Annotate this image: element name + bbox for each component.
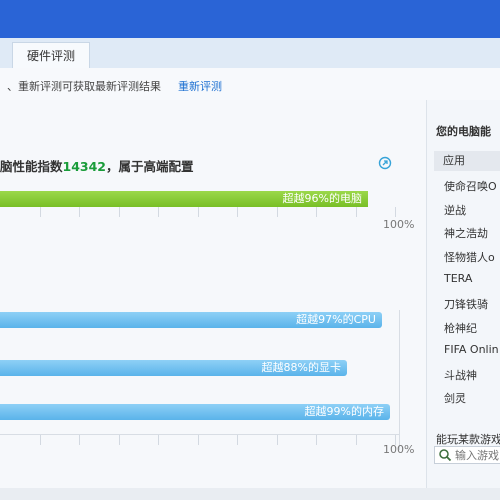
tick-mark <box>355 435 357 445</box>
score-title: 脑性能指数14342，属于高端配置 <box>0 156 194 175</box>
tick-mark <box>237 207 238 217</box>
overall-scale-max: 100% <box>383 218 415 231</box>
tick-mark <box>158 207 159 217</box>
overall-bar: 超越96%的电脑 <box>0 191 368 207</box>
tick-mark <box>395 207 396 217</box>
tick-mark <box>316 435 317 445</box>
game-search-input[interactable] <box>455 447 500 463</box>
title-bar <box>0 0 500 38</box>
sidebar-game-item[interactable]: 怪物猎人o <box>444 249 495 265</box>
refresh-icon[interactable] <box>378 156 392 170</box>
retest-link[interactable]: 重新评测 <box>178 78 222 94</box>
tick-mark <box>39 435 41 445</box>
tab-hardware-test[interactable]: 硬件评测 <box>12 42 90 68</box>
memory-bar: 超越99%的内存 <box>0 404 390 420</box>
tick-mark <box>39 207 41 217</box>
tick-mark <box>355 207 357 217</box>
notice-bar: 、重新评测可获取最新评测结果 重新评测 <box>0 68 500 101</box>
sidebar-header-apps[interactable]: 应用 <box>434 151 500 171</box>
tick-mark <box>158 435 159 445</box>
sidebar-game-item[interactable]: 斗战神 <box>444 367 477 383</box>
cpu-bar: 超越97%的CPU <box>0 312 382 328</box>
tick-mark <box>79 207 80 217</box>
sidebar-game-item[interactable]: FIFA Onlin <box>444 343 499 356</box>
tick-mark <box>118 207 120 217</box>
notice-text: 、重新评测可获取最新评测结果 <box>7 80 161 93</box>
main-panel: 脑性能指数14342，属于高端配置 超越96%的电脑 100% 超越97%的CP… <box>0 100 426 500</box>
sidebar-game-item[interactable]: 剑灵 <box>444 390 466 406</box>
tick-mark <box>118 435 120 445</box>
sidebar-game-item[interactable]: 刀锋铁骑 <box>444 296 488 312</box>
game-search-box[interactable] <box>434 446 500 464</box>
sidebar-game-item[interactable]: 逆战 <box>444 202 466 218</box>
sidebar: 您的电脑能 应用 使命召唤O 逆战神之浩劫怪物猎人o TERA 刀锋铁骑枪神纪 FIFA… <box>426 100 500 500</box>
sidebar-game-item[interactable]: TERA <box>444 272 472 285</box>
tick-mark <box>316 207 317 217</box>
sidebar-game-item[interactable]: 使命召唤O <box>444 178 497 194</box>
sidebar-game-item[interactable]: 神之浩劫 <box>444 225 488 241</box>
bottom-strip <box>0 488 500 500</box>
sidebar-game-item[interactable]: 枪神纪 <box>444 320 477 336</box>
score-value: 14342 <box>62 159 107 174</box>
score-prefix: 脑性能指数 <box>0 159 63 174</box>
search-icon <box>439 449 452 462</box>
tick-mark <box>276 435 278 445</box>
tick-mark <box>276 207 278 217</box>
sidebar-bottom-label: 能玩某款游戏 <box>436 433 500 446</box>
gpu-bar: 超越88%的显卡 <box>0 360 347 376</box>
tab-bar: 硬件评测 <box>0 38 500 69</box>
tick-mark <box>197 435 199 445</box>
tick-mark <box>237 435 238 445</box>
tick-mark <box>197 207 199 217</box>
grid-line <box>399 310 400 450</box>
tick-mark <box>79 435 80 445</box>
score-suffix: ，属于高端配置 <box>106 159 194 174</box>
component-axis <box>0 434 400 435</box>
sidebar-title: 您的电脑能 <box>436 125 491 138</box>
component-scale-max: 100% <box>383 443 415 456</box>
